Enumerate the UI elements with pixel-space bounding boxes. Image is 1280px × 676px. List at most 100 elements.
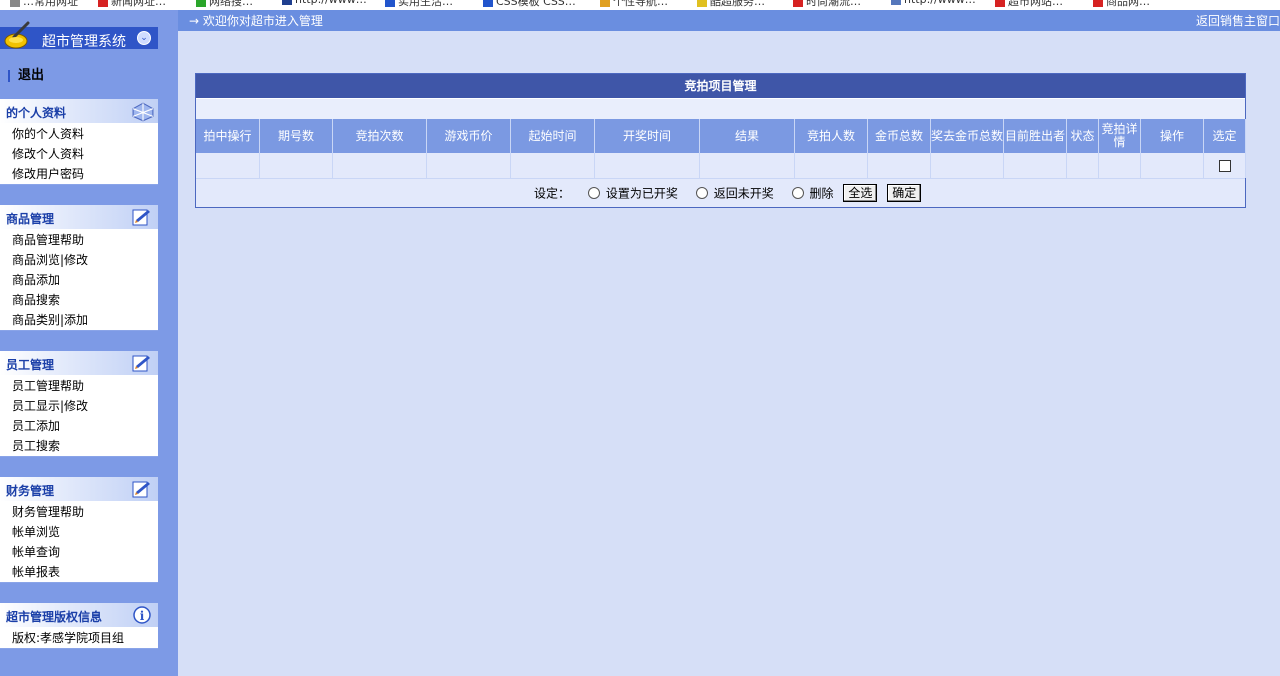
column-header: 结果 — [700, 119, 795, 153]
sidebar-item[interactable]: 商品管理帮助 — [0, 230, 158, 250]
sidebar-panel-header[interactable]: 财务管理 — [0, 477, 158, 501]
column-header-label: 奖去金币总数 — [931, 128, 1004, 143]
column-header: 选定 — [1204, 119, 1246, 153]
system-title: 超市管理系统 — [42, 34, 126, 50]
bookmark-label: 超市网站… — [1008, 0, 1063, 8]
grid-spacer-row — [196, 99, 1245, 119]
table-cell — [196, 153, 260, 178]
bookmark-item[interactable]: 个性导航… — [600, 0, 668, 9]
column-header: 金币总数 — [868, 119, 931, 153]
sidebar-item[interactable]: 员工搜索 — [0, 436, 158, 456]
sidebar-item[interactable]: 财务管理帮助 — [0, 502, 158, 522]
sidebar-item[interactable]: 商品搜索 — [0, 290, 158, 310]
sidebar-item[interactable]: 员工管理帮助 — [0, 376, 158, 396]
bookmark-icon — [483, 0, 493, 7]
sidebar-item[interactable]: 员工显示|修改 — [0, 396, 158, 416]
bookmark-item[interactable]: 超市网站… — [995, 0, 1063, 9]
sidebar-item[interactable]: 员工添加 — [0, 416, 158, 436]
bookmark-label: 新闻网址… — [111, 0, 166, 8]
column-header-label: 金币总数 — [874, 128, 923, 143]
bookmark-item[interactable]: 实用生活… — [385, 0, 453, 9]
column-header: 竞拍次数 — [333, 119, 427, 153]
sidebar-panel-header[interactable]: 员工管理 — [0, 351, 158, 375]
sidebar-panel-title: 员工管理 — [6, 358, 55, 372]
sidebar-panel-items: 版权:孝感学院项目组 — [0, 627, 158, 648]
bookmark-icon — [282, 0, 292, 5]
radio-return-unopened[interactable] — [695, 187, 708, 199]
edit-icon — [132, 480, 152, 498]
select-all-button[interactable]: 全选 — [843, 184, 878, 202]
table-cell — [795, 153, 868, 178]
table-row — [196, 153, 1246, 179]
system-header: 超市管理系统 ⌄ — [0, 21, 158, 60]
radio-set-opened[interactable] — [587, 187, 600, 199]
return-sales-window-link[interactable]: 返回销售主窗口 — [1196, 12, 1280, 29]
sidebar-item[interactable]: 商品浏览|修改 — [0, 250, 158, 270]
globe-icon — [132, 102, 154, 122]
bookmark-label: 网络搜… — [209, 0, 253, 8]
bookmark-label: 实用生活… — [398, 0, 453, 8]
sidebar-panel-title: 超市管理版权信息 — [6, 610, 103, 624]
bookmark-label: 商品网… — [1106, 0, 1150, 8]
sidebar-panel: 员工管理员工管理帮助 员工显示|修改 员工添加 员工搜索 — [0, 351, 158, 457]
sidebar-panel-items: 你的个人资料 修改个人资料 修改用户密码 — [0, 123, 158, 184]
sidebar-item[interactable]: 商品添加 — [0, 270, 158, 290]
svg-text:i: i — [140, 609, 145, 623]
bookmark-item[interactable]: http://www… — [891, 0, 976, 6]
sidebar-panel-header[interactable]: 超市管理版权信息 i — [0, 603, 158, 627]
sidebar-panel: 超市管理版权信息 i 版权:孝感学院项目组 — [0, 603, 158, 649]
settings-label: 设定： — [534, 186, 571, 201]
select-checkbox[interactable] — [1218, 160, 1231, 172]
grid-header-row: 拍中操行 期号数 竞拍次数 游戏币价 起始时间 开奖时间 结果 竞拍人数 金币总数 奖去金币总数目… — [196, 119, 1246, 153]
table-cell — [333, 153, 427, 178]
bookmark-item[interactable]: 网络搜… — [196, 0, 253, 9]
radio-delete[interactable] — [791, 187, 804, 199]
column-header-label: 开奖时间 — [622, 128, 671, 143]
bookmark-label: http://www… — [295, 0, 367, 6]
edit-icon — [132, 354, 152, 372]
table-cell — [1141, 153, 1204, 178]
logout-link[interactable]: 退出 — [8, 64, 44, 83]
bookmark-icon — [793, 0, 803, 7]
main-content: 竞拍项目管理 拍中操行 期号数 竞拍次数 游戏币价 起始时间 开奖时间 结果 竞拍人数 金币总数… — [178, 31, 1280, 676]
table-cell — [511, 153, 595, 178]
sidebar-item[interactable]: 修改个人资料 — [0, 144, 158, 164]
bookmark-item[interactable]: CSS模板 CSS… — [483, 0, 576, 9]
top-bar: → 欢迎你对超市进入管理 返回销售主窗口 — [178, 10, 1280, 31]
sidebar-panel-header[interactable]: 的个人资料 — [0, 99, 158, 123]
column-header-label: 竞拍人数 — [806, 128, 855, 143]
bookmark-item[interactable]: 时尚潮流… — [793, 0, 861, 9]
info-icon: i — [132, 606, 152, 624]
bookmark-icon — [995, 0, 1005, 7]
sidebar-item[interactable]: 帐单查询 — [0, 542, 158, 562]
column-header-label: 结果 — [734, 128, 759, 143]
column-header: 拍中操行 — [196, 119, 260, 153]
settings-controls: 设定： 设置为已开奖 返回未开奖 删除 全选 确定 — [534, 184, 922, 202]
bookmark-label: 个性导航… — [613, 0, 668, 8]
bookmark-item[interactable]: http://www… — [282, 0, 367, 6]
column-header-label: 竞拍次数 — [355, 128, 404, 143]
sidebar-item[interactable]: 版权:孝感学院项目组 — [0, 628, 158, 648]
sidebar: 超市管理系统 ⌄ 退出 的个人资料 你的个人资料 修改个人资料 修改用户密码 商品管理商… — [0, 10, 178, 676]
sidebar-item[interactable]: 帐单浏览 — [0, 522, 158, 542]
grid-title: 竞拍项目管理 — [196, 74, 1245, 99]
sidebar-item[interactable]: 商品类别|添加 — [0, 310, 158, 330]
sidebar-item[interactable]: 你的个人资料 — [0, 124, 158, 144]
table-cell — [595, 153, 700, 178]
bookmark-item[interactable]: 酷超服务… — [697, 0, 765, 9]
bookmark-label: 酷超服务… — [710, 0, 765, 8]
auction-grid: 竞拍项目管理 拍中操行 期号数 竞拍次数 游戏币价 起始时间 开奖时间 结果 竞拍人数 金币总数… — [195, 73, 1246, 208]
table-cell — [1004, 153, 1067, 178]
bookmark-item[interactable]: …常用网址 — [10, 0, 78, 9]
bookmark-item[interactable]: 商品网… — [1093, 0, 1150, 9]
column-header-label: 状态 — [1070, 128, 1095, 143]
confirm-button[interactable]: 确定 — [887, 184, 922, 202]
bookmark-icon — [697, 0, 707, 7]
sidebar-item[interactable]: 修改用户密码 — [0, 164, 158, 184]
sidebar-panel-header[interactable]: 商品管理 — [0, 205, 158, 229]
column-header-label: 起始时间 — [528, 128, 577, 143]
sidebar-item[interactable]: 帐单报表 — [0, 562, 158, 582]
bookmark-label: 时尚潮流… — [806, 0, 861, 8]
bookmark-item[interactable]: 新闻网址… — [98, 0, 166, 9]
chevron-down-icon[interactable]: ⌄ — [137, 31, 151, 45]
